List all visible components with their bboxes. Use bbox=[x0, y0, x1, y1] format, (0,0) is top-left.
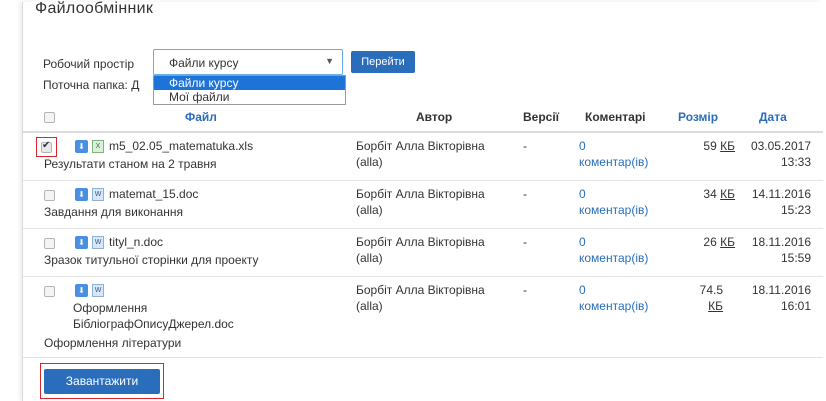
time-value: 15:23 bbox=[780, 203, 811, 217]
size-unit: КБ bbox=[708, 299, 723, 313]
page-title: Файлообмінник bbox=[35, 0, 154, 17]
comment-link[interactable]: коментар(ів) bbox=[579, 202, 648, 219]
row-checkbox[interactable] bbox=[41, 140, 52, 153]
table-header: Файл Автор Версії Коментарі Розмір Дата bbox=[23, 106, 823, 133]
author-login: (alla) bbox=[356, 299, 383, 313]
size-value: 74.5 bbox=[699, 283, 723, 297]
author-name: Борбіт Алла Вікторівна bbox=[356, 187, 485, 201]
comment-count[interactable]: 0 bbox=[579, 234, 586, 251]
author-name: Борбіт Алла Вікторівна bbox=[356, 283, 485, 297]
upload-button[interactable]: Завантажити bbox=[44, 369, 160, 394]
file-description: Оформлення літератури bbox=[44, 336, 182, 350]
date-value: 14.11.2016 bbox=[751, 187, 811, 201]
workspace-option-my-files[interactable]: Мої файли bbox=[154, 90, 345, 104]
header-author: Автор bbox=[416, 110, 453, 124]
workspace-label: Робочий простір bbox=[43, 57, 135, 71]
table-row: ⬇ W matemat_15.doc Завдання для виконанн… bbox=[23, 181, 823, 229]
word-doc-icon: W bbox=[92, 188, 104, 201]
versions-value: - bbox=[523, 187, 527, 201]
comment-link[interactable]: коментар(ів) bbox=[579, 298, 648, 315]
versions-value: - bbox=[523, 283, 527, 297]
caret-down-icon: ▼ bbox=[325, 56, 334, 66]
file-description: Результати станом на 2 травня bbox=[44, 157, 217, 171]
download-icon[interactable]: ⬇ bbox=[75, 140, 88, 153]
date-value: 03.05.2017 bbox=[750, 139, 811, 153]
row-checkbox[interactable] bbox=[44, 238, 55, 249]
header-comments: Коментарі bbox=[585, 110, 646, 124]
workspace-dropdown: Файли курсу Мої файли bbox=[153, 75, 346, 105]
go-button[interactable]: Перейти bbox=[351, 51, 415, 73]
author-name: Борбіт Алла Вікторівна bbox=[356, 139, 485, 153]
time-value: 16:01 bbox=[780, 299, 811, 313]
excel-xls-icon: X bbox=[92, 140, 104, 153]
versions-value: - bbox=[523, 235, 527, 249]
workspace-select[interactable]: Файли курсу ▼ bbox=[153, 49, 343, 75]
table-row: ⬇ X m5_02.05_matematuka.xls Результати с… bbox=[23, 133, 823, 181]
select-all-checkbox[interactable] bbox=[44, 112, 55, 123]
file-description: Зразок титульної сторінки для проекту bbox=[44, 253, 259, 267]
row-checkbox[interactable] bbox=[44, 286, 55, 297]
header-versions: Версії bbox=[523, 110, 560, 124]
table-row: ⬇ W tityl_n.doc Зразок титульної сторінк… bbox=[23, 229, 823, 277]
table-row: ⬇ W Оформлення БібліографОписуДжерел.doc… bbox=[23, 277, 823, 358]
comment-count[interactable]: 0 bbox=[579, 138, 586, 155]
file-name-link[interactable]: m5_02.05_matematuka.xls bbox=[109, 138, 253, 155]
file-description: Завдання для виконання bbox=[44, 205, 183, 219]
comment-link[interactable]: коментар(ів) bbox=[579, 250, 648, 267]
author-login: (alla) bbox=[356, 203, 383, 217]
download-icon[interactable]: ⬇ bbox=[75, 284, 88, 297]
size-value: 59 bbox=[703, 139, 717, 153]
file-exchange-panel: Файлообмінник Робочий простір Файли курс… bbox=[22, 0, 823, 401]
current-folder-label: Поточна папка: Д bbox=[43, 78, 140, 92]
download-icon[interactable]: ⬇ bbox=[75, 188, 88, 201]
author-login: (alla) bbox=[356, 155, 383, 169]
versions-value: - bbox=[523, 139, 527, 153]
word-doc-icon: W bbox=[92, 236, 104, 249]
date-value: 18.11.2016 bbox=[751, 283, 811, 297]
file-name-link-line1[interactable]: Оформлення bbox=[73, 300, 147, 317]
time-value: 15:59 bbox=[780, 251, 811, 265]
comment-count[interactable]: 0 bbox=[579, 282, 586, 299]
header-date[interactable]: Дата bbox=[759, 110, 787, 124]
file-name-link-line2[interactable]: БібліографОписуДжерел.doc bbox=[73, 316, 234, 333]
file-name-link[interactable]: tityl_n.doc bbox=[109, 234, 163, 251]
comment-link[interactable]: коментар(ів) bbox=[579, 154, 648, 171]
workspace-selected-value: Файли курсу bbox=[169, 56, 239, 70]
file-name-link[interactable]: matemat_15.doc bbox=[109, 186, 198, 203]
comment-count[interactable]: 0 bbox=[579, 186, 586, 203]
word-doc-icon: W bbox=[92, 284, 104, 297]
download-icon[interactable]: ⬇ bbox=[75, 236, 88, 249]
header-size[interactable]: Розмір bbox=[678, 110, 718, 124]
size-value: 34 bbox=[703, 187, 717, 201]
date-value: 18.11.2016 bbox=[751, 235, 811, 249]
row-checkbox[interactable] bbox=[44, 190, 55, 201]
author-login: (alla) bbox=[356, 251, 383, 265]
workspace-option-course-files[interactable]: Файли курсу bbox=[154, 76, 345, 90]
time-value: 13:33 bbox=[780, 155, 811, 169]
header-file[interactable]: Файл bbox=[185, 110, 217, 124]
author-name: Борбіт Алла Вікторівна bbox=[356, 235, 485, 249]
size-value: 26 bbox=[703, 235, 717, 249]
